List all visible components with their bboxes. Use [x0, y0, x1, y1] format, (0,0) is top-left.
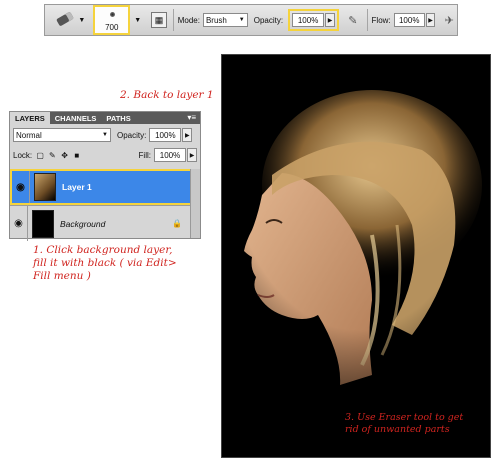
- layer-opacity-label: Opacity:: [117, 130, 147, 140]
- blend-mode-select[interactable]: Normal ▼: [13, 128, 111, 142]
- flow-input[interactable]: 100%: [393, 13, 425, 27]
- lock-icon: 🔒: [172, 219, 182, 228]
- mode-value: Brush: [205, 15, 227, 25]
- eye-icon[interactable]: ◉: [12, 171, 30, 203]
- brush-tip-icon: [110, 12, 116, 17]
- layer-opacity-input[interactable]: 100%: [149, 128, 182, 142]
- annotation-line: Fill menu ): [33, 270, 91, 282]
- brush-preset-picker[interactable]: 700: [93, 5, 131, 35]
- flow-label: Flow:: [371, 15, 391, 25]
- layers-panel: LAYERS CHANNELS PATHS ▾≡ Normal ▼ Opacit…: [9, 111, 201, 241]
- annotation-line: rid of unwanted parts: [345, 424, 450, 435]
- tab-layers[interactable]: LAYERS: [10, 112, 50, 124]
- fill-arrow-icon[interactable]: ▶: [187, 148, 197, 162]
- layer-name: Background: [60, 218, 106, 229]
- layer-name: Layer 1: [62, 182, 92, 192]
- lock-options: ▢ ✎ ✥ ■: [35, 151, 82, 160]
- opacity-control: 100% ▶: [288, 9, 340, 31]
- portrait-image: [222, 55, 490, 457]
- eraser-icon[interactable]: [55, 11, 74, 27]
- opacity-input[interactable]: 100%: [292, 13, 325, 27]
- chevron-down-icon: ▼: [238, 17, 245, 23]
- panel-tabs: LAYERS CHANNELS PATHS ▾≡: [10, 112, 200, 124]
- layers-scrollbar[interactable]: [190, 169, 200, 238]
- brush-size-value: 700: [105, 23, 119, 32]
- lock-transparency-icon[interactable]: ▢: [35, 151, 45, 160]
- opacity-slider-arrow-icon[interactable]: ▶: [325, 13, 336, 27]
- layer-opacity-arrow-icon[interactable]: ▶: [182, 128, 193, 142]
- tab-paths[interactable]: PATHS: [101, 112, 135, 124]
- separator: [172, 9, 174, 31]
- layer-row-background[interactable]: ◉ Background 🔒: [10, 205, 200, 241]
- panel-menu-icon[interactable]: ▾≡: [187, 113, 196, 122]
- pressure-opacity-icon[interactable]: ✎: [345, 12, 361, 28]
- annotation-fill-black: 1. Click background layer, fill it with …: [33, 244, 193, 283]
- brush-panel-toggle-icon[interactable]: ▦: [151, 12, 167, 28]
- fill-input[interactable]: 100%: [154, 148, 186, 162]
- tool-options-bar: ▼ 700 ▼ ▦ Mode: Brush ▼ Opacity: 100% ▶ …: [44, 4, 458, 36]
- document-canvas[interactable]: 3. Use Eraser tool to get rid of unwante…: [221, 54, 491, 458]
- lock-all-icon[interactable]: ■: [72, 151, 82, 160]
- airbrush-icon[interactable]: ✈: [441, 12, 457, 28]
- annotation-line: 1. Click background layer,: [33, 244, 173, 256]
- annotation-line: fill it with black ( via Edit>: [33, 257, 177, 269]
- flow-slider-arrow-icon[interactable]: ▶: [425, 13, 436, 27]
- separator: [366, 9, 368, 31]
- opacity-label: Opacity:: [253, 15, 284, 25]
- blend-mode-value: Normal: [16, 130, 42, 140]
- annotation-line: 3. Use Eraser tool to get: [345, 412, 464, 423]
- layer-thumbnail: [32, 209, 54, 238]
- lock-position-icon[interactable]: ✥: [60, 151, 70, 160]
- tab-channels[interactable]: CHANNELS: [50, 112, 102, 124]
- layer-thumbnail: [34, 173, 56, 201]
- annotation-eraser: 3. Use Eraser tool to get rid of unwante…: [345, 412, 490, 436]
- brush-dropdown-icon[interactable]: ▼: [134, 17, 141, 24]
- mode-label: Mode:: [177, 15, 200, 25]
- chevron-down-icon: ▼: [102, 132, 108, 138]
- lock-label: Lock:: [13, 150, 33, 160]
- mode-select[interactable]: Brush ▼: [202, 13, 248, 27]
- annotation-back-to-layer: 2. Back to layer 1: [120, 89, 214, 101]
- eye-icon[interactable]: ◉: [10, 206, 28, 241]
- layer-row-layer-1[interactable]: ◉ Layer 1: [10, 169, 200, 205]
- tool-preset-dropdown-icon[interactable]: ▼: [78, 17, 85, 24]
- fill-label: Fill:: [138, 150, 151, 160]
- layer-list: ◉ Layer 1 ◉ Background 🔒: [10, 169, 200, 241]
- lock-image-icon[interactable]: ✎: [47, 151, 57, 160]
